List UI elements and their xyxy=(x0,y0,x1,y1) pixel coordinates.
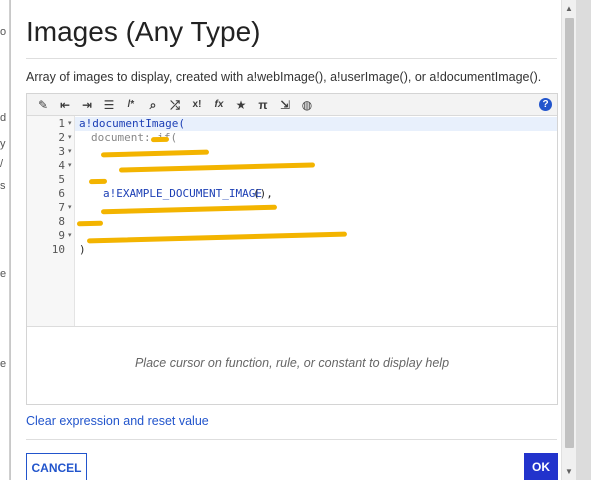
dialog-description: Array of images to display, created with… xyxy=(26,70,542,84)
clear-expression-link[interactable]: Clear expression and reset value xyxy=(26,414,209,428)
export-icon[interactable]: ⇲ xyxy=(277,97,293,113)
redaction-mark xyxy=(88,178,108,185)
code-line-fn: a!EXAMPLE_DOCUMENT_IMAGE xyxy=(103,187,262,200)
background-fragment: e xyxy=(0,268,7,280)
line-number: 5 xyxy=(58,173,65,186)
redaction-mark xyxy=(100,149,210,158)
fold-toggle-icon[interactable]: ▾ xyxy=(68,201,72,215)
ok-button[interactable]: OK xyxy=(524,453,558,480)
line-number: 3 xyxy=(58,145,65,158)
scroll-down-icon[interactable]: ▼ xyxy=(565,467,573,476)
scrollbar-thumb[interactable] xyxy=(565,18,574,448)
shuffle-icon[interactable]: ⤮ xyxy=(167,97,183,113)
code-input[interactable]: a!documentImage( document: if( a!EXAMPLE… xyxy=(75,116,557,326)
background-fragment: / xyxy=(0,158,4,170)
redaction-mark xyxy=(150,136,170,143)
fold-toggle-icon[interactable]: ▾ xyxy=(68,131,72,145)
globe-icon[interactable]: ◍ xyxy=(299,97,315,113)
redaction-mark xyxy=(118,162,316,173)
expression-editor: ✎ ⇤ ⇥ ☰ /* ⌕ ⤮ x! fx ★ π ⇲ ◍ ? 1 2 3 4 5… xyxy=(26,93,558,405)
help-icon[interactable]: ? xyxy=(539,98,552,111)
background-fragment: e xyxy=(0,358,7,370)
expression-editor-dialog: Images (Any Type) Array of images to dis… xyxy=(10,0,576,480)
background-fragment: o xyxy=(0,26,7,38)
fold-toggle-icon[interactable]: ▾ xyxy=(68,117,72,131)
editor-toolbar: ✎ ⇤ ⇥ ☰ /* ⌕ ⤮ x! fx ★ π ⇲ ◍ ? xyxy=(27,94,557,116)
line-number: 6 xyxy=(58,187,65,200)
redaction-mark xyxy=(100,204,278,215)
redaction-mark xyxy=(86,231,348,244)
line-number: 9 xyxy=(58,229,65,242)
line-number-gutter: 1 2 3 4 5 6 7 8 9 10 ▾ ▾ ▾ ▾ ▾ ▾ xyxy=(27,116,75,326)
line-number: 1 xyxy=(58,117,65,130)
background-fragment: y xyxy=(0,138,6,150)
pi-icon[interactable]: π xyxy=(255,97,271,113)
line-number: 7 xyxy=(58,201,65,214)
list-icon[interactable]: ☰ xyxy=(101,97,117,113)
fold-toggle-icon[interactable]: ▾ xyxy=(68,145,72,159)
fx-icon[interactable]: fx xyxy=(211,97,227,113)
background-page-strip: o d y / s e e xyxy=(0,0,10,480)
dialog-scrollbar[interactable]: ▲ ▼ xyxy=(561,0,576,480)
line-number: 10 xyxy=(51,243,65,256)
factorial-icon[interactable]: x! xyxy=(189,97,205,113)
magic-wand-icon[interactable]: ✎ xyxy=(35,97,51,113)
outdent-icon[interactable]: ⇤ xyxy=(57,97,73,113)
dialog-title: Images (Any Type) xyxy=(26,16,261,47)
code-line: a!documentImage( xyxy=(79,117,185,130)
star-icon[interactable]: ★ xyxy=(233,97,249,113)
line-number: 4 xyxy=(58,159,65,172)
line-number: 8 xyxy=(58,215,65,228)
search-icon[interactable]: ⌕ xyxy=(145,97,161,113)
help-pane-placeholder: Place cursor on function, rule, or const… xyxy=(134,356,450,370)
code-line-tail: (), xyxy=(253,187,273,200)
line-number: 2 xyxy=(58,131,65,144)
code-line: ) xyxy=(79,243,86,256)
comment-icon[interactable]: /* xyxy=(123,97,139,113)
scroll-up-icon[interactable]: ▲ xyxy=(565,4,573,13)
fold-toggle-icon[interactable]: ▾ xyxy=(68,229,72,243)
background-fragment: s xyxy=(0,180,6,192)
cancel-button[interactable]: CANCEL xyxy=(26,453,87,480)
help-pane-divider xyxy=(27,326,557,327)
background-fragment: d xyxy=(0,112,7,124)
indent-icon[interactable]: ⇥ xyxy=(79,97,95,113)
title-divider xyxy=(26,58,557,59)
fold-toggle-icon[interactable]: ▾ xyxy=(68,159,72,173)
redaction-mark xyxy=(76,220,104,227)
footer-divider xyxy=(26,439,557,440)
